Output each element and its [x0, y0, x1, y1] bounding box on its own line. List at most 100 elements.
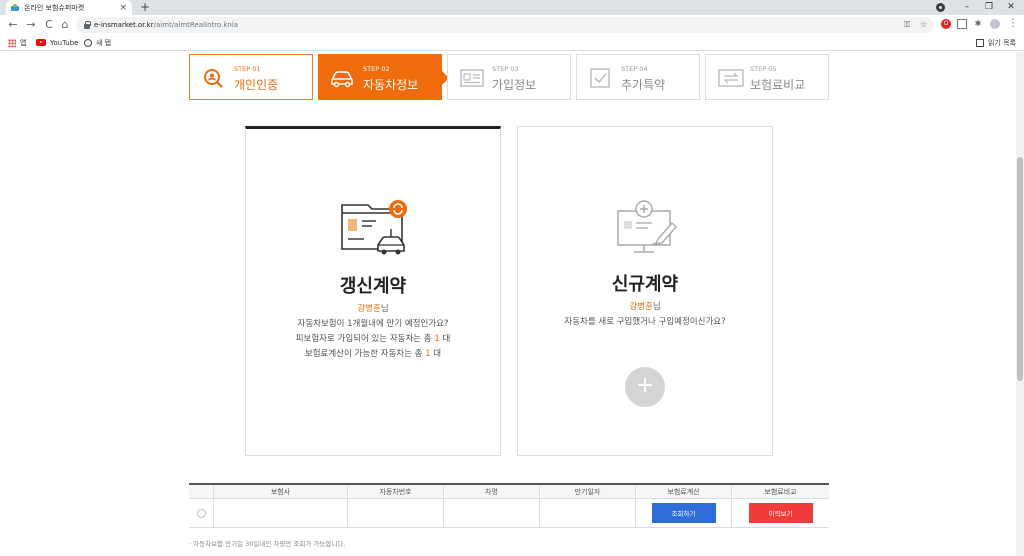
column-header: 보험료비교 [764, 487, 797, 496]
step-number: STEP 04 [621, 65, 648, 73]
insurer-cell [214, 499, 348, 527]
history-button[interactable]: 이력보기 [748, 503, 813, 523]
window-close-button[interactable]: ✕ [1000, 0, 1022, 15]
reload-icon[interactable]: C [42, 17, 56, 33]
window-minimize-button[interactable]: – [956, 0, 978, 15]
site-favicon-icon [11, 3, 19, 12]
bookmark-youtube-label: YouTube [50, 38, 79, 47]
step-4[interactable]: STEP 04 추가특약 [576, 54, 700, 100]
table-row: 조회하기 이력보기 [189, 499, 829, 528]
car-icon [331, 71, 353, 88]
new-contract-monitor-icon [617, 200, 677, 253]
id-card-icon [460, 69, 484, 87]
renewal-car-document-icon [341, 200, 407, 255]
row-radio[interactable] [196, 508, 206, 518]
step-progress: STEP 01 개인인증 STEP 02 자동차정보 STEP 03 가입정보 [189, 54, 829, 100]
reading-list-label: 읽기 목록 [988, 38, 1016, 47]
url-text[interactable]: e-insmarket.or.kr/aimt/aimtRealIntro.kni… [94, 17, 238, 33]
extension-icon[interactable] [957, 19, 967, 29]
browser-tab[interactable]: 온라인 보험슈퍼마켓 × [6, 0, 132, 15]
table-note: · 자동차보험 만기일 30일내인 차량만 조회가 가능합니다. [189, 540, 346, 548]
column-header: 보험사 [214, 485, 348, 498]
renewal-contract-card[interactable]: 갱신계약 강병훈님 자동차보험이 1개월내에 만기 예정인가요? 피보험자로 가… [245, 126, 501, 456]
profile-indicator-icon[interactable] [936, 3, 945, 12]
renewal-question: 자동차보험이 1개월내에 만기 예정인가요? [297, 319, 449, 329]
step-name: 추가특약 [621, 78, 666, 92]
calculable-car-count: 보험료계산이 가능한 자동차는 총 1 대 [304, 349, 442, 359]
back-arrow-icon[interactable]: ← [6, 17, 20, 33]
table-header: 보험사 자동차번호 차명 만기일자 보험료계산 보험료비교 [189, 485, 829, 499]
expiry-date-cell [540, 499, 636, 527]
opera-extension-icon[interactable]: O [941, 19, 951, 29]
scrollbar-thumb[interactable] [1017, 157, 1023, 381]
reading-list[interactable]: 읽기 목록 [976, 35, 1016, 50]
new-contract-user: 강병훈님 [518, 300, 772, 312]
new-contract-question: 자동차를 새로 구입했거나 구입예정이신가요? [564, 317, 726, 327]
step-number: STEP 03 [492, 65, 519, 73]
step-name: 개인인증 [234, 78, 279, 92]
insured-car-count: 피보험자로 가입되어 있는 자동차는 총 1 대 [295, 334, 451, 344]
car-number-cell [348, 499, 444, 527]
renewal-user: 강병훈님 [246, 302, 500, 314]
vehicle-table: 보험사 자동차번호 차명 만기일자 보험료계산 보험료비교 조회하기 이력보기 [189, 483, 829, 528]
bookmark-apps[interactable]: 앱 [8, 35, 26, 50]
apps-grid-icon [8, 38, 16, 47]
user-name: 강병훈 [357, 304, 381, 314]
column-header: 만기일자 [540, 485, 636, 498]
step-name: 자동차정보 [363, 78, 419, 92]
forward-arrow-icon[interactable]: → [24, 17, 38, 33]
add-new-contract-button[interactable]: + [625, 367, 665, 407]
step-number: STEP 02 [363, 65, 390, 73]
step-number: STEP 01 [234, 65, 261, 73]
page-content: STEP 01 개인인증 STEP 02 자동차정보 STEP 03 가입정보 [0, 52, 1016, 556]
search-user-icon [204, 69, 223, 88]
compare-cell: 이력보기 [732, 499, 829, 527]
browser-tab-strip: 온라인 보험슈퍼마켓 × + – ❐ ✕ [0, 0, 1024, 15]
bookmark-youtube[interactable]: YouTube [36, 35, 78, 50]
tab-close-icon[interactable]: × [119, 3, 127, 13]
lookup-button[interactable]: 조회하기 [651, 503, 716, 523]
tab-title: 온라인 보험슈퍼마켓 [24, 3, 85, 12]
window-maximize-button[interactable]: ❐ [978, 0, 1000, 15]
new-tab-button[interactable]: + [140, 0, 150, 14]
bookmarks-bar: 앱 YouTube 새 탭 읽기 목록 [0, 35, 1024, 51]
step-name: 보험료비교 [750, 78, 806, 92]
step-number: STEP 05 [750, 65, 777, 73]
bookmark-new-tab[interactable]: 새 탭 [84, 35, 111, 50]
step-name: 가입정보 [492, 78, 537, 92]
new-contract-card[interactable]: 신규계약 강병훈님 자동차를 새로 구입했거나 구입예정이신가요? + [517, 126, 773, 456]
select-cell [189, 499, 214, 527]
column-header: 자동차번호 [348, 485, 444, 498]
home-icon[interactable]: ⌂ [58, 17, 72, 33]
youtube-icon [36, 39, 46, 46]
column-header: 차명 [444, 485, 540, 498]
browser-toolbar: ← → C ⌂ e-insmarket.or.kr/aimt/aimtRealI… [0, 15, 1024, 35]
renewal-title: 갱신계약 [339, 276, 407, 297]
address-bar[interactable]: e-insmarket.or.kr/aimt/aimtRealIntro.kni… [76, 17, 934, 33]
page-scrollbar[interactable] [1016, 52, 1024, 556]
avatar[interactable] [990, 19, 1000, 29]
reading-list-icon [976, 38, 984, 47]
user-name: 강병훈 [629, 302, 653, 312]
star-icon[interactable]: ☆ [920, 17, 927, 33]
menu-icon[interactable]: ⋮ [1008, 19, 1018, 29]
new-contract-title: 신규계약 [611, 274, 679, 295]
bookmark-new-tab-label: 새 탭 [96, 38, 112, 47]
bookmark-apps-label: 앱 [20, 38, 27, 47]
checkbox-icon [590, 68, 610, 88]
column-header [189, 485, 214, 498]
step-2[interactable]: STEP 02 자동차정보 [318, 54, 449, 100]
step-1[interactable]: STEP 01 개인인증 [189, 54, 313, 100]
calc-cell: 조회하기 [636, 499, 732, 527]
user-suffix: 님 [380, 304, 389, 314]
globe-icon [84, 38, 92, 47]
car-name-cell [444, 499, 540, 527]
compare-icon [718, 69, 744, 87]
user-suffix: 님 [652, 302, 661, 312]
step-5[interactable]: STEP 05 보험료비교 [705, 54, 829, 100]
step-3[interactable]: STEP 03 가입정보 [447, 54, 571, 100]
column-header: 보험료계산 [636, 485, 732, 498]
puzzle-icon[interactable]: ✱ [973, 19, 983, 29]
key-icon[interactable]: ⚿ [904, 17, 910, 33]
lock-icon[interactable] [84, 21, 91, 29]
